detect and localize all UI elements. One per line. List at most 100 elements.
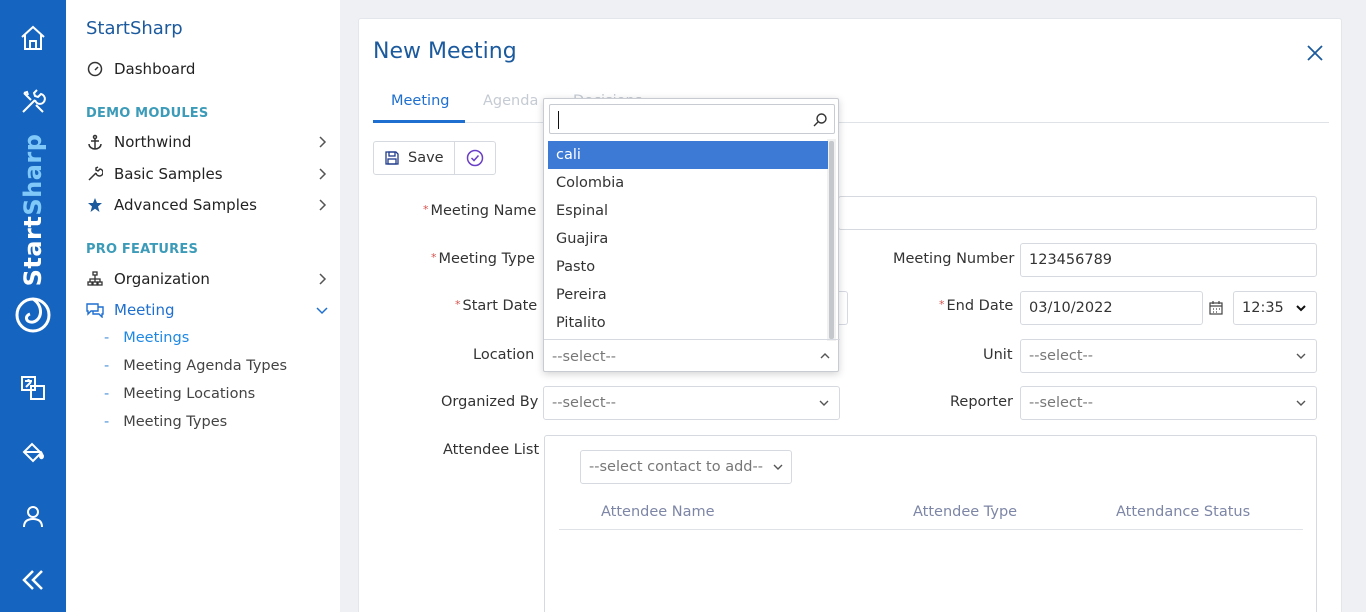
dialog-title: New Meeting bbox=[373, 39, 517, 64]
swirl-logo-icon bbox=[15, 297, 51, 333]
sidebar-item-dashboard[interactable]: Dashboard bbox=[86, 56, 330, 82]
tab-meeting[interactable]: Meeting bbox=[391, 93, 449, 109]
tools-icon[interactable] bbox=[17, 86, 49, 118]
chevron-right-icon bbox=[319, 136, 327, 148]
meeting-name-label: * Meeting Name bbox=[423, 203, 536, 219]
save-button[interactable]: Save bbox=[374, 142, 454, 174]
end-date-label: * End Date bbox=[939, 298, 1013, 314]
paint-bucket-icon[interactable] bbox=[17, 436, 49, 468]
end-date-value: 03/10/2022 bbox=[1029, 300, 1113, 316]
floppy-disk-icon bbox=[385, 151, 399, 165]
dash-marker: - bbox=[104, 414, 110, 430]
brand-sharp-text: Sharp bbox=[19, 133, 47, 216]
dialog-toolbar: Save bbox=[373, 141, 496, 175]
meeting-number-input[interactable]: 123456789 bbox=[1020, 243, 1317, 277]
user-icon[interactable] bbox=[17, 500, 49, 532]
reporter-value: --select-- bbox=[1029, 395, 1094, 411]
new-meeting-dialog: New Meeting Meeting Agenda Decisions Sav… bbox=[358, 18, 1342, 612]
sidebar-subitem-label: Meeting Agenda Types bbox=[123, 358, 288, 374]
location-select[interactable]: --select-- bbox=[544, 339, 840, 373]
meeting-type-label: * Meeting Type bbox=[431, 251, 535, 267]
required-mark: * bbox=[431, 251, 437, 264]
end-time-value: 12:35 bbox=[1242, 300, 1284, 316]
search-icon bbox=[813, 113, 827, 127]
translate-icon[interactable] bbox=[17, 372, 49, 404]
chevron-right-icon bbox=[319, 273, 327, 285]
sidebar-subitem-label: Meeting Types bbox=[123, 414, 228, 430]
organized-by-value: --select-- bbox=[552, 395, 617, 411]
close-icon[interactable] bbox=[1305, 43, 1325, 63]
sidebar-item-label: Dashboard bbox=[114, 60, 196, 78]
startsharp-vertical-logo: StartSharp bbox=[13, 130, 53, 340]
chevron-down-icon bbox=[1296, 400, 1306, 406]
icon-rail: StartSharp bbox=[0, 0, 66, 612]
dropdown-scrollbar[interactable] bbox=[829, 141, 834, 339]
required-mark: * bbox=[423, 203, 429, 216]
dropdown-option[interactable]: Pasto bbox=[548, 253, 828, 281]
end-date-input[interactable]: 03/10/2022 bbox=[1020, 291, 1203, 325]
dash-marker: - bbox=[104, 358, 110, 374]
dashboard-gauge-icon bbox=[86, 60, 104, 78]
label-text: Meeting Name bbox=[430, 203, 537, 219]
calendar-icon[interactable] bbox=[1208, 300, 1224, 316]
meeting-number-value: 123456789 bbox=[1029, 252, 1113, 268]
sidebar-item-basic-samples[interactable]: Basic Samples bbox=[86, 161, 330, 187]
dropdown-option[interactable]: Pitalito bbox=[548, 309, 828, 337]
location-label: Location bbox=[473, 347, 535, 363]
dropdown-option[interactable]: Colombia bbox=[548, 169, 828, 197]
dropdown-options: cali Colombia Espinal Guajira Pasto Pere… bbox=[548, 141, 828, 337]
unit-select[interactable]: --select-- bbox=[1020, 339, 1317, 373]
sidebar-subitem-meeting-types[interactable]: - Meeting Types bbox=[104, 414, 227, 430]
sidebar: StartSharp Dashboard DEMO MODULES Northw… bbox=[66, 0, 340, 612]
reporter-select[interactable]: --select-- bbox=[1020, 386, 1317, 420]
location-value: --select-- bbox=[552, 348, 617, 365]
organized-by-label: Organized By bbox=[441, 394, 539, 410]
save-label: Save bbox=[408, 150, 444, 166]
meeting-name-input-visible[interactable] bbox=[838, 196, 1317, 230]
location-dropdown: cali Colombia Espinal Guajira Pasto Pere… bbox=[543, 98, 840, 373]
column-attendee-type[interactable]: Attendee Type bbox=[913, 504, 1017, 520]
sidebar-item-northwind[interactable]: Northwind bbox=[86, 129, 330, 155]
chat-icon bbox=[86, 301, 104, 319]
sidebar-subitem-meeting-agenda-types[interactable]: - Meeting Agenda Types bbox=[104, 358, 287, 374]
chevron-right-icon bbox=[319, 199, 327, 211]
collapse-icon[interactable] bbox=[17, 564, 49, 596]
dropdown-option[interactable]: cali bbox=[548, 141, 828, 169]
text-caret bbox=[558, 111, 559, 129]
column-attendee-name[interactable]: Attendee Name bbox=[601, 504, 715, 520]
sidebar-subitem-meeting-locations[interactable]: - Meeting Locations bbox=[104, 386, 255, 402]
tab-agenda[interactable]: Agenda bbox=[483, 93, 538, 109]
anchor-icon bbox=[86, 133, 104, 151]
dropdown-search-input[interactable] bbox=[549, 104, 835, 134]
wrench-icon bbox=[86, 165, 104, 183]
sidebar-item-label: Northwind bbox=[114, 133, 192, 151]
contact-placeholder: --select contact to add-- bbox=[589, 459, 763, 475]
dialog-tabs: Meeting Agenda Decisions bbox=[373, 87, 1329, 123]
chevron-down-icon bbox=[819, 400, 829, 406]
chevron-down-icon bbox=[773, 464, 783, 470]
contact-select[interactable]: --select contact to add-- bbox=[580, 450, 792, 484]
active-tab-indicator bbox=[373, 120, 465, 123]
home-icon[interactable] bbox=[17, 22, 49, 54]
dropdown-option[interactable]: Guajira bbox=[548, 225, 828, 253]
sidebar-subitem-meetings[interactable]: - Meetings bbox=[104, 330, 189, 346]
org-chart-icon bbox=[86, 270, 104, 288]
sidebar-subitem-label: Meetings bbox=[123, 330, 190, 346]
sidebar-item-meeting[interactable]: Meeting bbox=[86, 297, 330, 323]
organized-by-select[interactable]: --select-- bbox=[543, 386, 840, 420]
apply-button[interactable] bbox=[453, 142, 495, 174]
unit-label: Unit bbox=[983, 347, 1013, 363]
dash-marker: - bbox=[104, 330, 110, 346]
dropdown-option[interactable]: Espinal bbox=[548, 197, 828, 225]
sidebar-subitem-label: Meeting Locations bbox=[123, 386, 256, 402]
column-attendance-status[interactable]: Attendance Status bbox=[1116, 504, 1250, 520]
sidebar-item-organization[interactable]: Organization bbox=[86, 266, 330, 292]
attendee-table-header: Attendee Name Attendee Type Attendance S… bbox=[559, 504, 1303, 530]
dropdown-option[interactable]: Pereira bbox=[548, 281, 828, 309]
label-text: End Date bbox=[946, 298, 1014, 314]
chevron-right-icon bbox=[319, 168, 327, 180]
end-time-select[interactable]: 12:35 bbox=[1233, 291, 1317, 325]
sidebar-item-advanced-samples[interactable]: Advanced Samples bbox=[86, 192, 330, 218]
chevron-down-icon bbox=[316, 307, 328, 315]
section-pro-features: PRO FEATURES bbox=[86, 242, 199, 257]
